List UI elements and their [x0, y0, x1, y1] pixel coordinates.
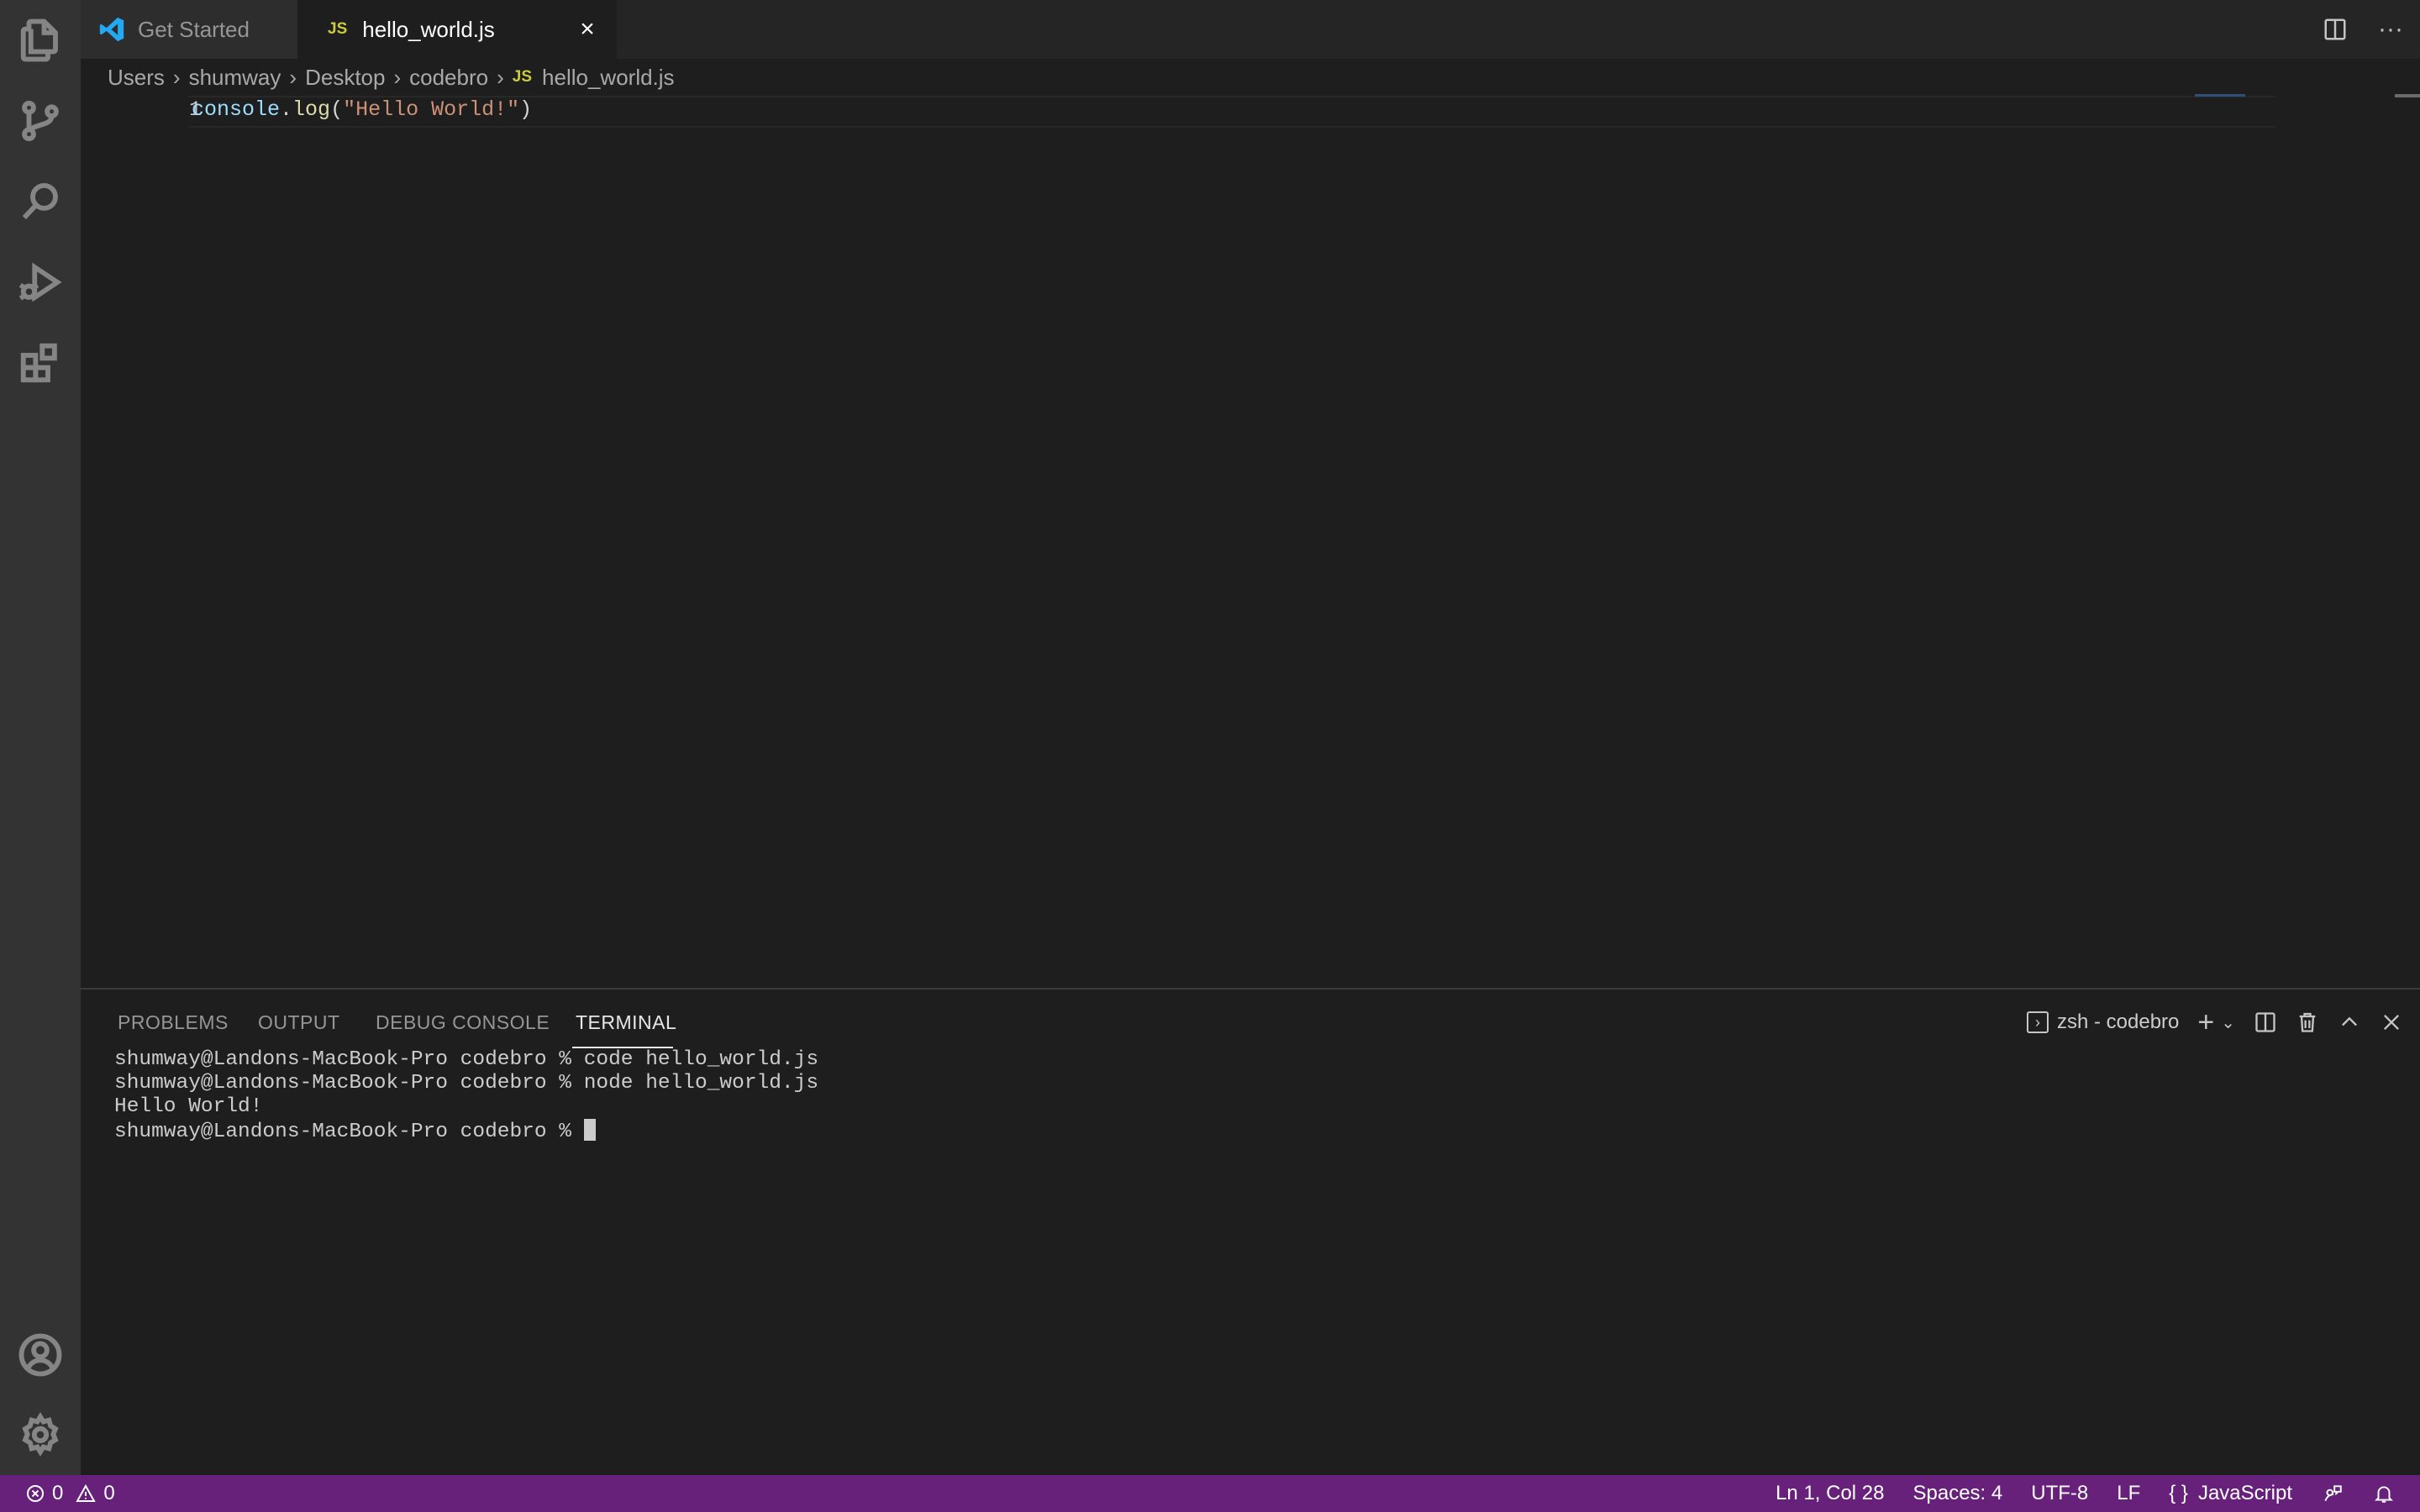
indentation[interactable]: Spaces: 4 [1913, 1482, 2003, 1505]
breadcrumb-item[interactable]: Users [108, 65, 165, 91]
tab-bar: Get Started JS hello_world.js × ··· [81, 0, 2420, 59]
encoding[interactable]: UTF-8 [2031, 1482, 2088, 1505]
terminal-line: shumway@Landons-MacBook-Pro codebro % no… [114, 1072, 819, 1095]
terminal-name: zsh - codebro [2056, 1011, 2180, 1033]
cursor-position[interactable]: Ln 1, Col 28 [1776, 1482, 1884, 1505]
status-right: Ln 1, Col 28 Spaces: 4 UTF-8 LF { } Java… [1776, 1475, 2395, 1512]
minimap-slider[interactable] [2195, 94, 2245, 97]
chevron-right-icon: › [289, 64, 297, 90]
explorer-icon[interactable] [0, 0, 81, 81]
gear-icon[interactable] [0, 1394, 81, 1475]
code-token: "Hello World!" [343, 97, 520, 122]
tab-label: hello_world.js [362, 16, 495, 42]
code-token: console [192, 97, 281, 122]
trash-icon[interactable] [2296, 1011, 2319, 1034]
code-editor[interactable]: 1 console.log("Hello World!") [81, 94, 2420, 988]
feedback-icon[interactable] [2321, 1483, 2344, 1504]
new-terminal-icon[interactable]: + [2197, 1006, 2214, 1039]
tab-label: Get Started [138, 16, 250, 42]
close-icon[interactable]: × [575, 15, 600, 43]
bell-icon[interactable] [2373, 1483, 2395, 1504]
breadcrumb-item[interactable]: Desktop [305, 65, 385, 91]
extensions-icon[interactable] [0, 323, 81, 403]
run-debug-icon[interactable] [0, 242, 81, 323]
end-of-line[interactable]: LF [2117, 1482, 2140, 1505]
tab-problems[interactable]: PROBLEMS [118, 1011, 229, 1034]
terminal-cursor [583, 1119, 596, 1141]
split-editor-icon[interactable] [2323, 17, 2348, 42]
split-terminal-icon[interactable] [2254, 1011, 2277, 1034]
warning-icon [76, 1483, 97, 1502]
code-token: . [280, 97, 293, 122]
language-mode[interactable]: { } JavaScript [2169, 1482, 2292, 1505]
code-token: ) [519, 97, 533, 122]
chevron-right-icon: › [172, 64, 181, 90]
status-bar: 0 0 Ln 1, Col 28 Spaces: 4 UTF-8 LF { } … [0, 1475, 2420, 1512]
chevron-down-icon[interactable]: ⌄ [2221, 1012, 2235, 1033]
breadcrumb-item[interactable]: codebro [409, 65, 488, 91]
chevron-right-icon: › [497, 64, 504, 90]
terminal-line: shumway@Landons-MacBook-Pro codebro % co… [114, 1048, 819, 1071]
chevron-right-icon: › [393, 64, 402, 90]
search-icon[interactable] [0, 161, 81, 242]
tab-get-started[interactable]: Get Started [81, 0, 297, 59]
terminal-output[interactable]: shumway@Landons-MacBook-Pro codebro % co… [114, 1048, 818, 1144]
breadcrumb-item[interactable]: shumway [189, 65, 281, 91]
terminal-prompt-line: shumway@Landons-MacBook-Pro codebro % [114, 1119, 818, 1144]
scrollbar[interactable] [2395, 94, 2420, 97]
more-actions-icon[interactable]: ··· [2378, 15, 2403, 44]
terminal-selector[interactable]: › zsh - codebro [2026, 1011, 2180, 1034]
tab-terminal[interactable]: TERMINAL [576, 1011, 676, 1034]
terminal-line: Hello World! [114, 1095, 263, 1118]
tab-hello-world[interactable]: JS hello_world.js × [297, 0, 617, 59]
editor-actions: ··· [2323, 0, 2403, 59]
close-panel-icon[interactable] [2380, 1011, 2403, 1034]
maximize-panel-icon[interactable] [2338, 1011, 2361, 1034]
panel-actions: › zsh - codebro + ⌄ [2026, 1006, 2403, 1039]
braces-icon: { } [2169, 1482, 2188, 1504]
breadcrumb-item[interactable]: hello_world.js [542, 65, 675, 91]
code-token: log [292, 97, 331, 122]
source-control-icon[interactable] [0, 81, 81, 161]
accounts-icon[interactable] [0, 1315, 81, 1395]
language-label: JavaScript [2197, 1482, 2292, 1504]
problems-status[interactable]: 0 0 [25, 1475, 115, 1512]
terminal-icon: › [2026, 1011, 2049, 1033]
activity-bar [0, 0, 81, 1475]
vscode-logo-icon [99, 17, 124, 42]
bottom-panel: PROBLEMS OUTPUT DEBUG CONSOLE TERMINAL ›… [81, 988, 2420, 1477]
warning-count: 0 [103, 1482, 115, 1504]
error-icon [27, 1485, 44, 1502]
js-file-icon: JS [512, 68, 533, 86]
terminal-line: shumway@Landons-MacBook-Pro codebro % [114, 1121, 584, 1143]
breadcrumb: Users › shumway › Desktop › codebro › JS… [108, 60, 675, 94]
code-line[interactable]: console.log("Hello World!") [192, 97, 532, 122]
tab-debug-console[interactable]: DEBUG CONSOLE [376, 1011, 550, 1034]
tab-output[interactable]: OUTPUT [258, 1011, 340, 1034]
error-count: 0 [52, 1482, 64, 1504]
js-file-icon: JS [328, 20, 348, 38]
code-token: ( [330, 97, 344, 122]
